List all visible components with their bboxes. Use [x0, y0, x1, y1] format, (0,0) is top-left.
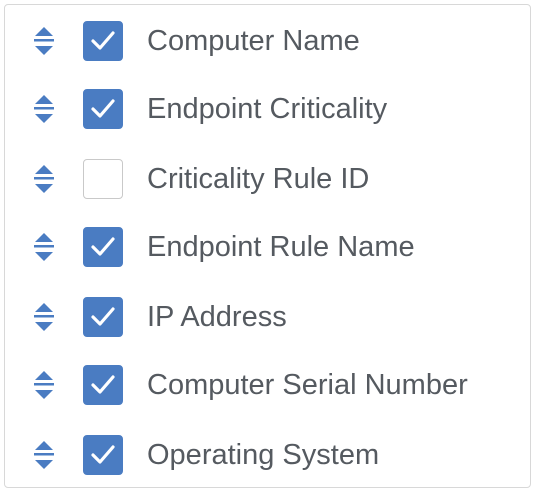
column-row-ip-address[interactable]: IP Address [5, 291, 530, 343]
column-row-endpoint-rule-name[interactable]: Endpoint Rule Name [5, 221, 530, 273]
checkmark-icon [91, 445, 115, 464]
column-checkbox[interactable] [83, 365, 123, 405]
column-checkbox[interactable] [83, 297, 123, 337]
checkmark-icon [91, 375, 115, 394]
checkmark-icon [91, 307, 115, 326]
column-row-computer-name[interactable]: Computer Name [5, 15, 530, 67]
sort-arrows-icon[interactable] [29, 25, 59, 57]
sort-arrows-icon[interactable] [29, 439, 59, 471]
checkmark-icon [91, 237, 115, 256]
column-checkbox[interactable] [83, 159, 123, 199]
column-label: IP Address [147, 301, 287, 333]
column-row-criticality-rule-id[interactable]: Criticality Rule ID [5, 153, 530, 205]
checkmark-icon [91, 99, 115, 118]
checkmark-icon [91, 31, 115, 50]
sort-arrows-icon[interactable] [29, 163, 59, 195]
column-label: Criticality Rule ID [147, 163, 370, 195]
column-row-operating-system[interactable]: Operating System [5, 429, 530, 481]
column-row-computer-serial-number[interactable]: Computer Serial Number [5, 359, 530, 411]
column-label: Operating System [147, 439, 380, 471]
column-checkbox[interactable] [83, 89, 123, 129]
column-label: Computer Name [147, 25, 360, 57]
sort-arrows-icon[interactable] [29, 231, 59, 263]
sort-arrows-icon[interactable] [29, 301, 59, 333]
column-label: Computer Serial Number [147, 369, 468, 401]
column-row-endpoint-criticality[interactable]: Endpoint Criticality [5, 83, 530, 135]
column-checkbox[interactable] [83, 21, 123, 61]
column-label: Endpoint Criticality [147, 93, 388, 125]
column-label: Endpoint Rule Name [147, 231, 415, 263]
column-checkbox[interactable] [83, 435, 123, 475]
column-checkbox[interactable] [83, 227, 123, 267]
column-chooser-panel: Computer Name Endpoint Criticality Criti… [4, 4, 531, 488]
sort-arrows-icon[interactable] [29, 369, 59, 401]
sort-arrows-icon[interactable] [29, 93, 59, 125]
